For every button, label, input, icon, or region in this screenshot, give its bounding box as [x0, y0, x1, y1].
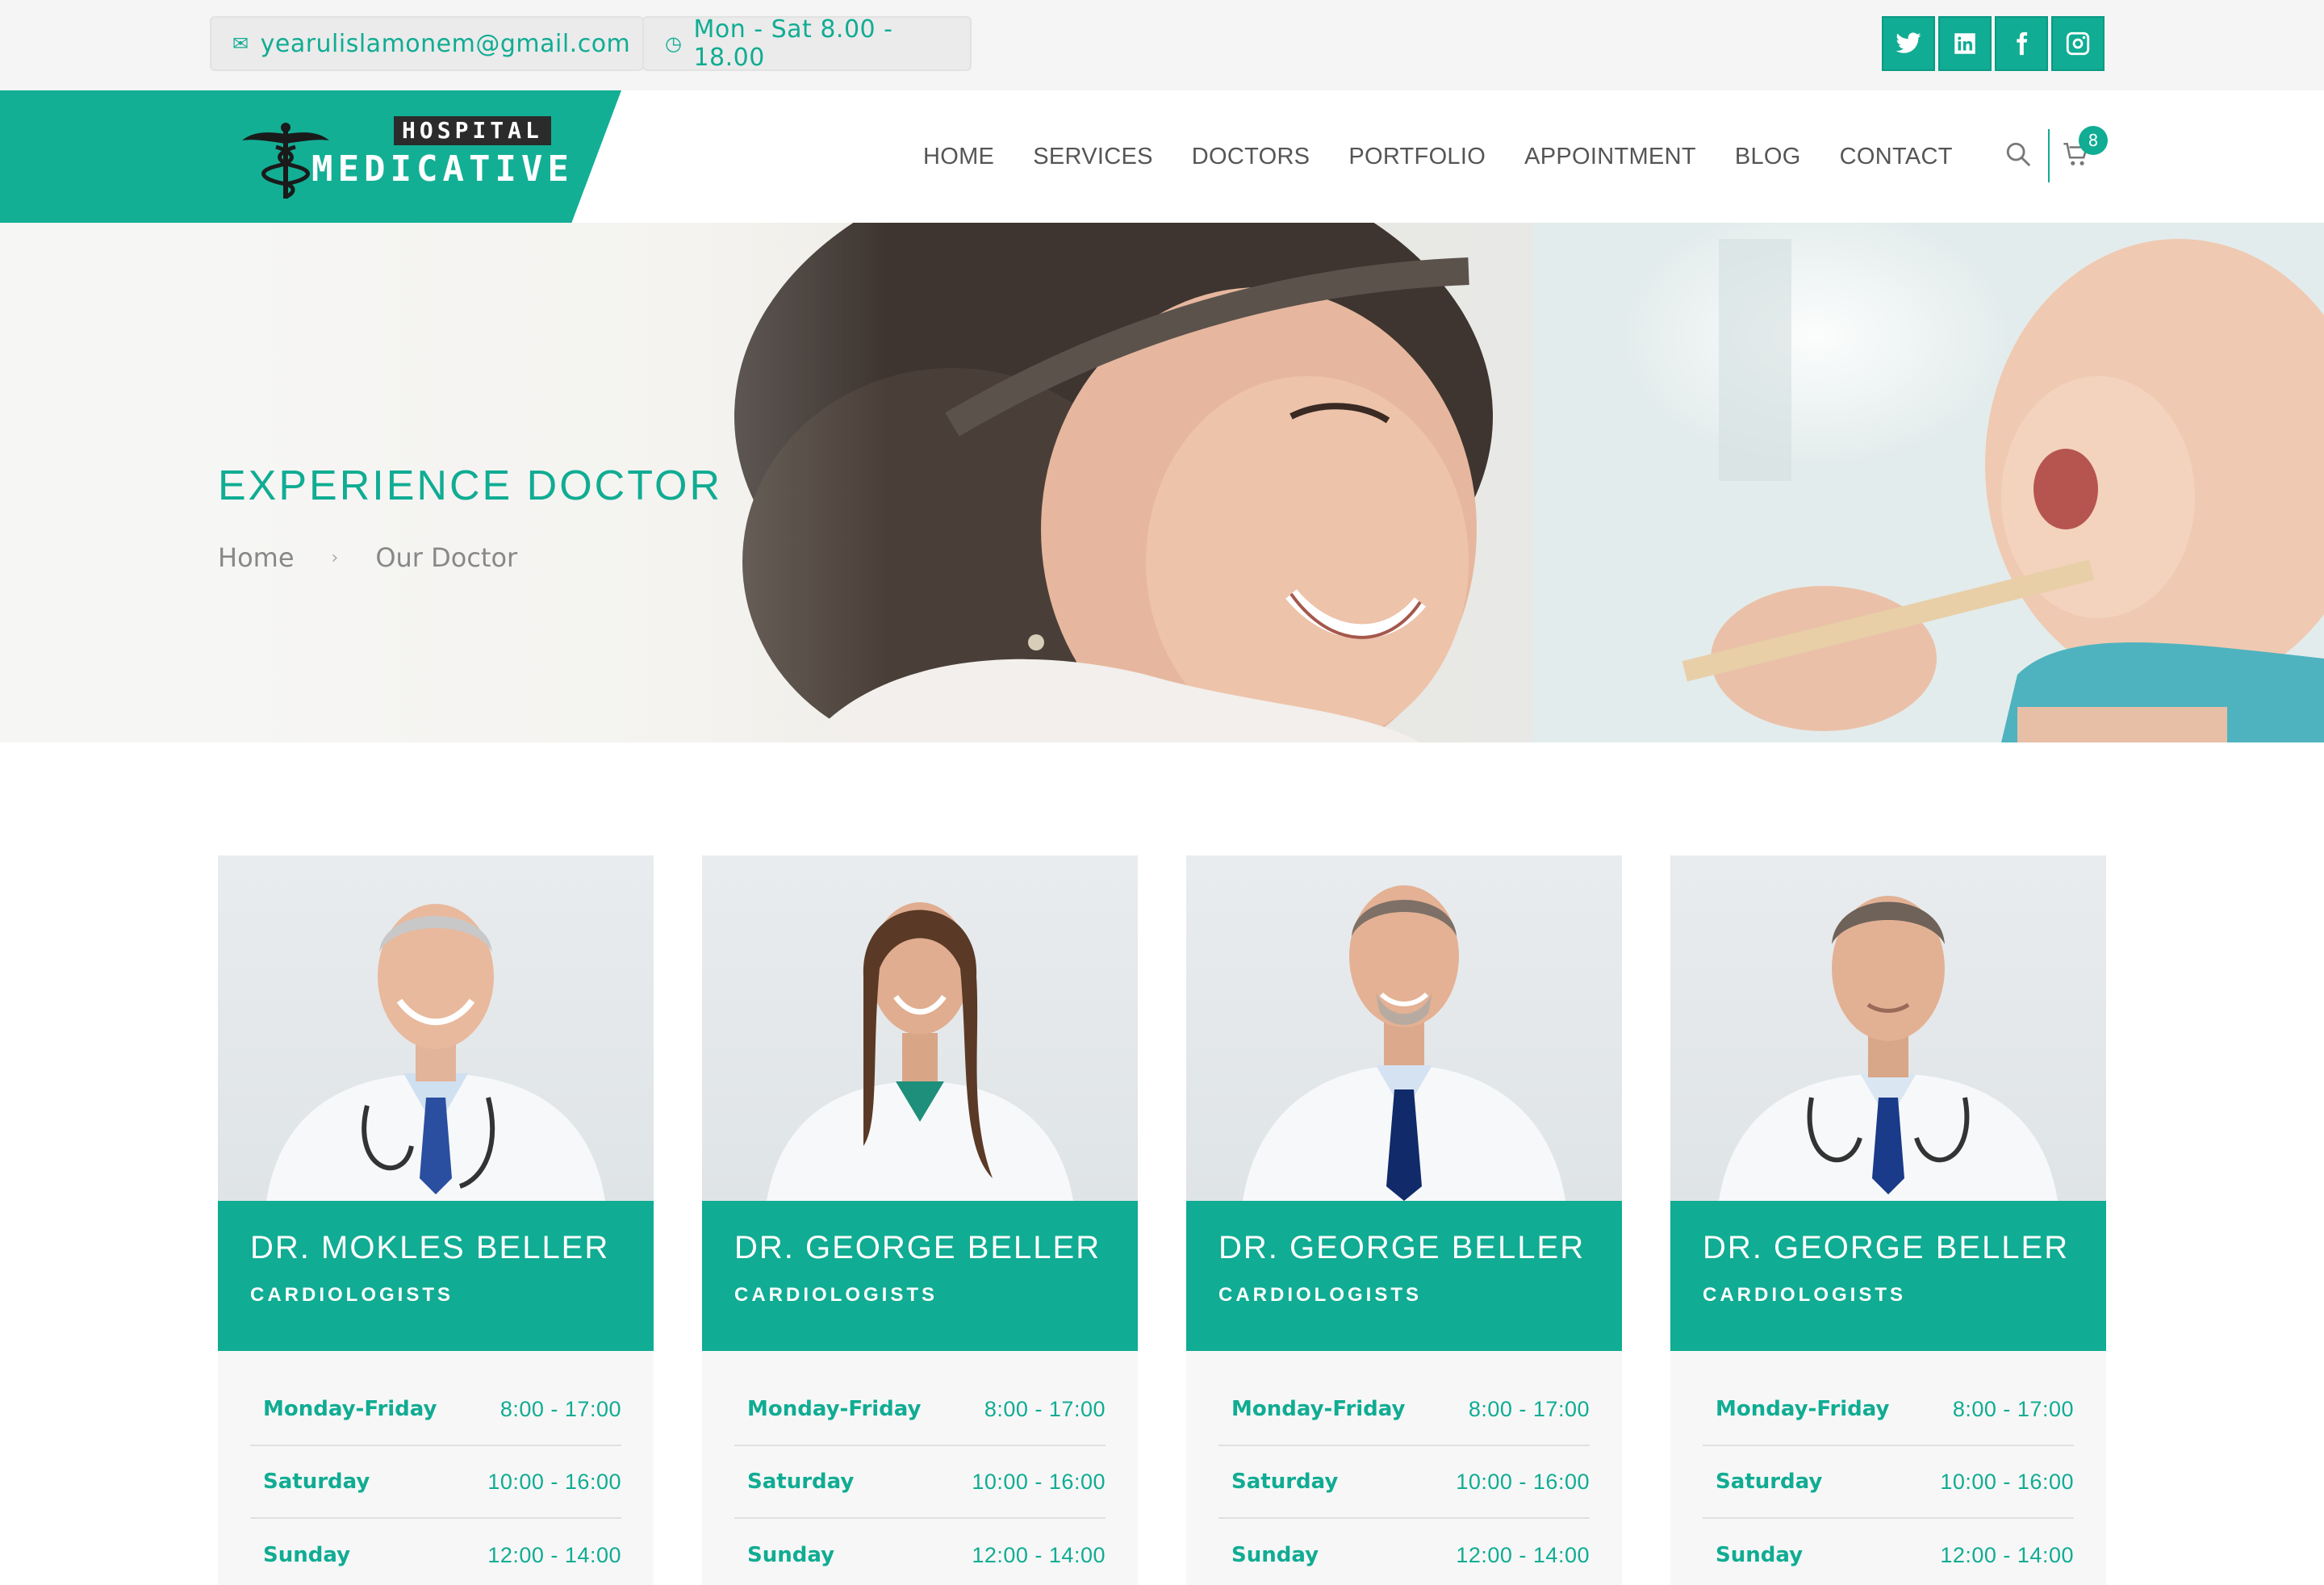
main-nav: HOME SERVICES DOCTORS PORTFOLIO APPOINTM…	[923, 140, 1953, 173]
hours-time: 12:00 - 14:00	[487, 1542, 621, 1567]
hours-time: 10:00 - 16:00	[1940, 1469, 2074, 1494]
hours-day: Monday-Friday	[747, 1397, 922, 1421]
hours-info: ◷ Mon - Sat 8.00 - 18.00	[642, 15, 972, 72]
doctor-card[interactable]: DR. GEORGE BELLER CARDIOLOGISTS Monday-F…	[1670, 855, 2106, 1585]
doctor-name[interactable]: DR. GEORGE BELLER	[1218, 1230, 1590, 1266]
hours-row: Sunday 12:00 - 14:00	[1703, 1519, 2074, 1585]
hours-day: Monday-Friday	[263, 1397, 437, 1421]
logo-main-text: MEDICATIVE	[311, 148, 574, 190]
hours-day: Sunday	[1231, 1543, 1319, 1567]
doctor-card[interactable]: DR. MOKLES BELLER CARDIOLOGISTS Monday-F…	[218, 855, 654, 1585]
hours-time: 8:00 - 17:00	[499, 1396, 621, 1421]
logo-hospital-text: HOSPITAL	[394, 116, 551, 145]
hours-row: Saturday 10:00 - 16:00	[1703, 1446, 2074, 1519]
hours-time: 12:00 - 14:00	[972, 1542, 1106, 1567]
envelope-icon: ✉	[232, 32, 249, 55]
twitter-button[interactable]	[1882, 16, 1935, 71]
instagram-button[interactable]	[2051, 16, 2105, 71]
header-divider	[2048, 129, 2050, 182]
nav-home[interactable]: HOME	[923, 140, 994, 173]
hours-day: Saturday	[1716, 1470, 1823, 1494]
hours-row: Monday-Friday 8:00 - 17:00	[734, 1374, 1106, 1446]
hours-time: 10:00 - 16:00	[972, 1469, 1106, 1494]
doctor-name[interactable]: DR. GEORGE BELLER	[734, 1230, 1106, 1266]
doctor-role: CARDIOLOGISTS	[250, 1284, 454, 1306]
hours-row: Monday-Friday 8:00 - 17:00	[1218, 1374, 1590, 1446]
doctor-card[interactable]: DR. GEORGE BELLER CARDIOLOGISTS Monday-F…	[1186, 855, 1622, 1585]
hours-time: 12:00 - 14:00	[1940, 1542, 2074, 1567]
instagram-icon	[2066, 31, 2090, 56]
nav-contact[interactable]: CONTACT	[1840, 140, 1953, 173]
hours-row: Sunday 12:00 - 14:00	[1218, 1519, 1590, 1585]
facebook-button[interactable]	[1995, 16, 2048, 71]
page-title: EXPERIENCE DOCTOR	[218, 462, 723, 509]
hours-row: Saturday 10:00 - 16:00	[1218, 1446, 1590, 1519]
hours-day: Sunday	[263, 1543, 351, 1567]
doctor-photo[interactable]	[1670, 855, 2106, 1201]
hours-day: Sunday	[747, 1543, 835, 1567]
search-icon[interactable]	[2004, 140, 2032, 168]
nav-services[interactable]: SERVICES	[1033, 140, 1153, 173]
nav-appointment[interactable]: APPOINTMENT	[1524, 140, 1696, 173]
clock-icon: ◷	[665, 32, 683, 55]
hours-row: Saturday 10:00 - 16:00	[250, 1446, 621, 1519]
top-bar: ✉ yearulislamonem@gmail.com ◷ Mon - Sat …	[0, 0, 2324, 90]
hours-day: Monday-Friday	[1716, 1397, 1890, 1421]
hours-day: Monday-Friday	[1231, 1397, 1406, 1421]
hours-time: 12:00 - 14:00	[1456, 1542, 1590, 1567]
hours-day: Sunday	[1716, 1543, 1804, 1567]
hours-time: 8:00 - 17:00	[984, 1396, 1106, 1421]
doctor-info: DR. GEORGE BELLER CARDIOLOGISTS	[702, 1201, 1138, 1351]
linkedin-icon	[1954, 33, 1975, 54]
hours-time: 8:00 - 17:00	[1952, 1396, 2074, 1421]
hours-day: Saturday	[747, 1470, 855, 1494]
hours-row: Sunday 12:00 - 14:00	[250, 1519, 621, 1585]
doctor-hours: Monday-Friday 8:00 - 17:00 Saturday 10:0…	[218, 1351, 654, 1585]
doctor-hours: Monday-Friday 8:00 - 17:00 Saturday 10:0…	[702, 1351, 1138, 1585]
doctor-role: CARDIOLOGISTS	[1703, 1284, 1907, 1306]
facebook-icon	[2017, 31, 2028, 56]
cart-count-badge: 8	[2079, 126, 2108, 155]
twitter-icon	[1896, 32, 1921, 53]
doctor-hours: Monday-Friday 8:00 - 17:00 Saturday 10:0…	[1670, 1351, 2106, 1585]
hours-day: Saturday	[263, 1470, 370, 1494]
doctor-info: DR. MOKLES BELLER CARDIOLOGISTS	[218, 1201, 654, 1351]
site-logo[interactable]: HOSPITAL MEDICATIVE	[240, 116, 569, 199]
doctor-card[interactable]: DR. GEORGE BELLER CARDIOLOGISTS Monday-F…	[702, 855, 1138, 1585]
doctor-info: DR. GEORGE BELLER CARDIOLOGISTS	[1186, 1201, 1622, 1351]
hours-day: Saturday	[1231, 1470, 1339, 1494]
hours-row: Saturday 10:00 - 16:00	[734, 1446, 1106, 1519]
hours-row: Monday-Friday 8:00 - 17:00	[1703, 1374, 2074, 1446]
hours-time: 10:00 - 16:00	[487, 1469, 621, 1494]
linkedin-button[interactable]	[1938, 16, 1992, 71]
breadcrumb-home[interactable]: Home	[218, 542, 295, 573]
doctor-name[interactable]: DR. MOKLES BELLER	[250, 1230, 621, 1266]
doctor-role: CARDIOLOGISTS	[734, 1284, 938, 1306]
nav-doctors[interactable]: DOCTORS	[1192, 140, 1310, 173]
breadcrumb: Home › Our Doctor	[218, 542, 517, 573]
doctor-name[interactable]: DR. GEORGE BELLER	[1703, 1230, 2074, 1266]
hours-row: Sunday 12:00 - 14:00	[734, 1519, 1106, 1585]
breadcrumb-current: Our Doctor	[375, 542, 518, 573]
email-info[interactable]: ✉ yearulislamonem@gmail.com	[210, 16, 644, 71]
hours-text: Mon - Sat 8.00 - 18.00	[693, 15, 893, 72]
breadcrumb-separator-icon: ›	[331, 547, 339, 568]
doctor-photo[interactable]	[702, 855, 1138, 1201]
nav-portfolio[interactable]: PORTFOLIO	[1348, 140, 1486, 173]
doctor-photo[interactable]	[1186, 855, 1622, 1201]
hero-banner: EXPERIENCE DOCTOR Home › Our Doctor	[0, 223, 2324, 742]
nav-blog[interactable]: BLOG	[1735, 140, 1801, 173]
hours-time: 8:00 - 17:00	[1468, 1396, 1590, 1421]
doctor-photo[interactable]	[218, 855, 654, 1201]
doctor-info: DR. GEORGE BELLER CARDIOLOGISTS	[1670, 1201, 2106, 1351]
site-header: HOSPITAL MEDICATIVE HOME SERVICES DOCTOR…	[0, 90, 2324, 223]
doctor-hours: Monday-Friday 8:00 - 17:00 Saturday 10:0…	[1186, 1351, 1622, 1585]
email-text: yearulislamonem@gmail.com	[260, 29, 631, 58]
hours-time: 10:00 - 16:00	[1456, 1469, 1590, 1494]
doctor-role: CARDIOLOGISTS	[1218, 1284, 1423, 1306]
hours-row: Monday-Friday 8:00 - 17:00	[250, 1374, 621, 1446]
social-links	[1882, 16, 2105, 71]
